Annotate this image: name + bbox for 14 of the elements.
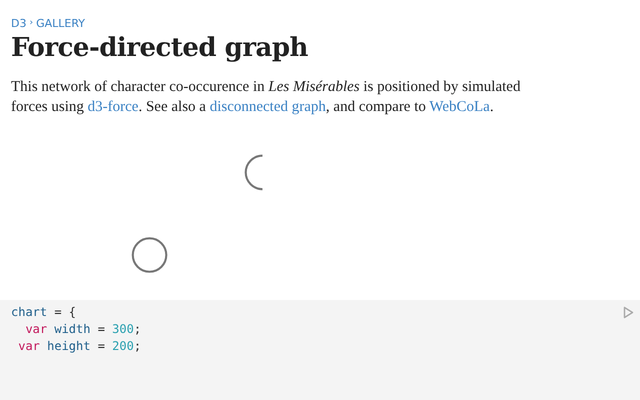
breadcrumb-link[interactable]: D3	[11, 16, 26, 30]
page-title: Force-directed graph	[11, 33, 309, 63]
text-link[interactable]: d3-force	[88, 99, 138, 115]
text-link[interactable]: WebCoLa	[429, 99, 490, 115]
code-line: var width = 300;	[24, 321, 142, 338]
text-link[interactable]: disconnected graph	[210, 99, 326, 115]
breadcrumb-separator: ›	[29, 18, 34, 28]
run-icon[interactable]	[623, 306, 634, 319]
graph-node	[132, 237, 168, 273]
code-line: chart = {	[11, 304, 76, 321]
breadcrumb-link[interactable]: GALLERY	[36, 16, 85, 30]
loading-arc	[244, 154, 263, 190]
description: This network of character co-occurence in Les Misérables is positioned by simulated forces using d3-force. See also a disconnected graph, and compare to WebCoLa.	[11, 78, 522, 117]
code-line: var height = 200;	[17, 338, 142, 355]
